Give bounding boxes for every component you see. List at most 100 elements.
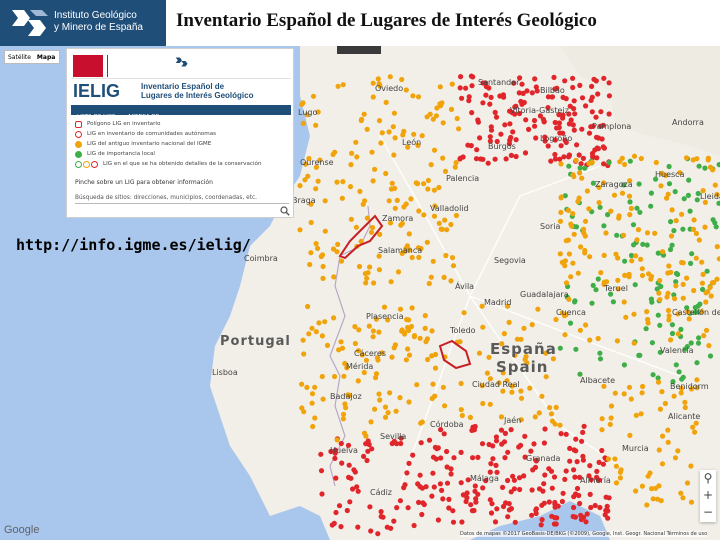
lig-marker[interactable] xyxy=(351,467,357,473)
lig-marker[interactable] xyxy=(470,74,476,80)
lig-marker[interactable] xyxy=(562,78,568,84)
lig-marker[interactable] xyxy=(583,519,589,525)
lig-marker[interactable] xyxy=(428,162,434,168)
lig-marker[interactable] xyxy=(597,356,604,362)
lig-marker[interactable] xyxy=(456,126,462,132)
lig-marker[interactable] xyxy=(526,126,532,132)
lig-marker[interactable] xyxy=(589,300,595,306)
lig-marker[interactable] xyxy=(683,155,690,161)
lig-marker[interactable] xyxy=(620,232,627,238)
lig-marker[interactable] xyxy=(593,114,599,120)
lig-marker[interactable] xyxy=(336,503,343,509)
lig-marker[interactable] xyxy=(568,274,574,280)
lig-marker[interactable] xyxy=(604,503,610,509)
lig-marker[interactable] xyxy=(668,233,675,239)
lig-marker[interactable] xyxy=(406,231,412,237)
lig-marker[interactable] xyxy=(329,522,335,528)
lig-marker[interactable] xyxy=(443,252,449,259)
lig-marker[interactable] xyxy=(680,295,686,301)
lig-marker[interactable] xyxy=(708,293,714,299)
lig-marker[interactable] xyxy=(707,164,714,170)
lig-marker[interactable] xyxy=(690,226,697,232)
lig-marker[interactable] xyxy=(509,473,516,479)
lig-marker[interactable] xyxy=(573,157,579,163)
lig-marker[interactable] xyxy=(617,159,623,165)
lig-marker[interactable] xyxy=(695,340,702,346)
lig-marker[interactable] xyxy=(473,499,479,505)
lig-marker[interactable] xyxy=(432,365,439,371)
lig-marker[interactable] xyxy=(549,485,555,491)
lig-marker[interactable] xyxy=(669,242,675,248)
lig-marker[interactable] xyxy=(575,270,581,276)
lig-marker[interactable] xyxy=(690,424,696,430)
lig-marker[interactable] xyxy=(606,111,612,117)
lig-marker[interactable] xyxy=(475,491,481,497)
lig-marker[interactable] xyxy=(688,499,695,505)
lig-marker[interactable] xyxy=(583,103,589,109)
lig-marker[interactable] xyxy=(397,498,403,504)
lig-marker[interactable] xyxy=(367,264,373,270)
lig-marker[interactable] xyxy=(668,337,674,343)
lig-marker[interactable] xyxy=(320,263,326,270)
lig-marker[interactable] xyxy=(666,263,672,269)
lig-marker[interactable] xyxy=(579,175,585,181)
lig-marker[interactable] xyxy=(388,525,394,531)
lig-marker[interactable] xyxy=(542,472,548,478)
lig-marker[interactable] xyxy=(579,438,585,444)
lig-marker[interactable] xyxy=(375,531,381,537)
lig-marker[interactable] xyxy=(453,160,459,166)
lig-marker[interactable] xyxy=(628,205,635,211)
lig-marker[interactable] xyxy=(376,267,382,273)
lig-marker[interactable] xyxy=(441,431,447,437)
lig-marker[interactable] xyxy=(562,476,568,482)
lig-marker[interactable] xyxy=(682,399,688,405)
lig-marker[interactable] xyxy=(644,309,650,315)
lig-marker[interactable] xyxy=(418,440,424,446)
lig-marker[interactable] xyxy=(694,360,700,366)
lig-marker[interactable] xyxy=(330,246,337,252)
lig-marker[interactable] xyxy=(614,232,620,238)
lig-marker[interactable] xyxy=(419,485,425,491)
lig-marker[interactable] xyxy=(347,499,353,505)
lig-marker[interactable] xyxy=(458,449,464,455)
lig-marker[interactable] xyxy=(316,320,322,326)
lig-marker[interactable] xyxy=(694,156,700,162)
lig-marker[interactable] xyxy=(577,170,583,176)
lig-marker[interactable] xyxy=(713,224,719,230)
lig-marker[interactable] xyxy=(319,333,325,339)
lig-marker[interactable] xyxy=(521,473,527,479)
lig-marker[interactable] xyxy=(310,93,317,99)
lig-marker[interactable] xyxy=(529,512,535,518)
lig-marker[interactable] xyxy=(404,316,410,323)
lig-marker[interactable] xyxy=(356,327,362,333)
lig-marker[interactable] xyxy=(650,372,656,378)
lig-marker[interactable] xyxy=(578,244,584,250)
lig-marker[interactable] xyxy=(508,506,514,512)
lig-marker[interactable] xyxy=(547,405,553,411)
lig-marker[interactable] xyxy=(572,299,578,305)
lig-marker[interactable] xyxy=(599,427,605,433)
lig-marker[interactable] xyxy=(460,154,466,160)
lig-marker[interactable] xyxy=(312,384,318,390)
lig-marker[interactable] xyxy=(516,90,522,96)
lig-marker[interactable] xyxy=(391,152,397,158)
lig-marker[interactable] xyxy=(382,414,389,420)
lig-marker[interactable] xyxy=(518,442,524,448)
lig-marker[interactable] xyxy=(634,237,640,243)
lig-marker[interactable] xyxy=(313,122,319,128)
lig-marker[interactable] xyxy=(588,97,594,103)
lig-marker[interactable] xyxy=(415,481,421,487)
lig-marker[interactable] xyxy=(551,474,558,480)
lig-marker[interactable] xyxy=(582,165,588,171)
lig-marker[interactable] xyxy=(622,272,628,278)
lig-marker[interactable] xyxy=(425,186,431,192)
lig-marker[interactable] xyxy=(451,455,457,461)
lig-marker[interactable] xyxy=(386,129,392,135)
lig-marker[interactable] xyxy=(657,297,663,303)
lig-marker[interactable] xyxy=(400,132,406,138)
lig-marker[interactable] xyxy=(362,271,368,277)
lig-marker[interactable] xyxy=(622,258,628,264)
lig-marker[interactable] xyxy=(529,487,535,493)
lig-marker[interactable] xyxy=(702,224,708,230)
lig-marker[interactable] xyxy=(489,501,495,507)
